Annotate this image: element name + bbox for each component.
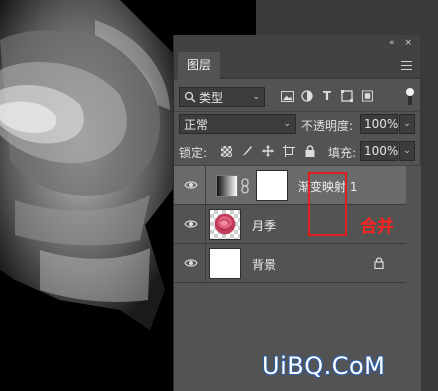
layer-row-background[interactable]: 背景 (174, 244, 406, 283)
panel-scroll-gutter (406, 166, 421, 391)
adjustment-filter-icon[interactable] (300, 89, 314, 103)
tab-layers[interactable]: 图层 (178, 52, 221, 79)
blend-mode-select[interactable]: 正常 ⌄ (179, 114, 296, 134)
layer-filter-bar: 类型 ⌄ T (174, 86, 421, 108)
site-watermark: UiBQ.CoM (262, 352, 386, 380)
fill-dropdown-button[interactable]: ⌄ (399, 141, 415, 161)
layer-name[interactable]: 月季 (252, 217, 276, 234)
eye-icon[interactable] (184, 179, 198, 191)
rose-thumbnail-image (214, 213, 236, 235)
collapse-icon[interactable]: « (389, 39, 395, 48)
mask-thumbnail[interactable] (256, 170, 288, 201)
opacity-input[interactable]: 100% (360, 114, 398, 134)
search-icon (184, 91, 196, 103)
merge-annotation-label: 合并 (360, 217, 394, 237)
panel-tab-bar: 图层 (174, 52, 420, 79)
layer-thumbnail[interactable] (209, 209, 241, 240)
lock-transparent-pixels-icon[interactable] (219, 144, 233, 158)
filter-toggle-switch[interactable] (406, 88, 414, 106)
link-icon[interactable] (240, 178, 250, 194)
panel-title-bar[interactable]: « × (174, 35, 420, 52)
lock-image-pixels-icon[interactable] (240, 144, 254, 158)
divider (174, 111, 421, 112)
chevron-down-icon: ⌄ (403, 146, 411, 156)
lock-row: 锁定: 填充: 100% ⌄ (174, 141, 421, 163)
lock-artboard-icon[interactable] (282, 144, 296, 158)
smart-object-filter-icon[interactable] (360, 89, 374, 103)
chevron-down-icon: ⌄ (403, 119, 411, 129)
lock-all-icon[interactable] (303, 144, 317, 158)
type-filter-icon[interactable]: T (320, 89, 334, 103)
fill-label: 填充: (328, 146, 357, 160)
lock-icon (374, 257, 384, 269)
chevron-down-icon: ⌄ (283, 119, 291, 129)
eye-icon[interactable] (184, 218, 198, 230)
adjustment-thumbnail[interactable] (216, 175, 238, 197)
opacity-label: 不透明度: (301, 119, 354, 133)
shape-filter-icon[interactable] (340, 89, 354, 103)
annotation-highlight-box (308, 172, 347, 236)
filter-kind-select[interactable]: 类型 ⌄ (179, 87, 265, 107)
lock-label: 锁定: (179, 146, 208, 160)
lock-position-icon[interactable] (261, 144, 275, 158)
chevron-down-icon: ⌄ (252, 92, 260, 102)
fill-input[interactable]: 100% (360, 141, 398, 161)
blend-mode-value: 正常 (184, 117, 209, 132)
close-icon[interactable]: × (404, 39, 412, 48)
layer-thumbnail[interactable] (209, 248, 241, 279)
image-filter-icon[interactable] (280, 89, 294, 103)
layer-row-gradient-map[interactable]: 渐变映射 1 (174, 166, 406, 205)
filter-kind-value: 类型 (199, 90, 224, 105)
layer-name[interactable]: 背景 (252, 256, 276, 273)
panel-menu-icon[interactable] (401, 61, 412, 70)
blend-row: 正常 ⌄ 不透明度: 100% ⌄ (174, 114, 421, 136)
opacity-dropdown-button[interactable]: ⌄ (399, 114, 415, 134)
eye-icon[interactable] (184, 257, 198, 269)
